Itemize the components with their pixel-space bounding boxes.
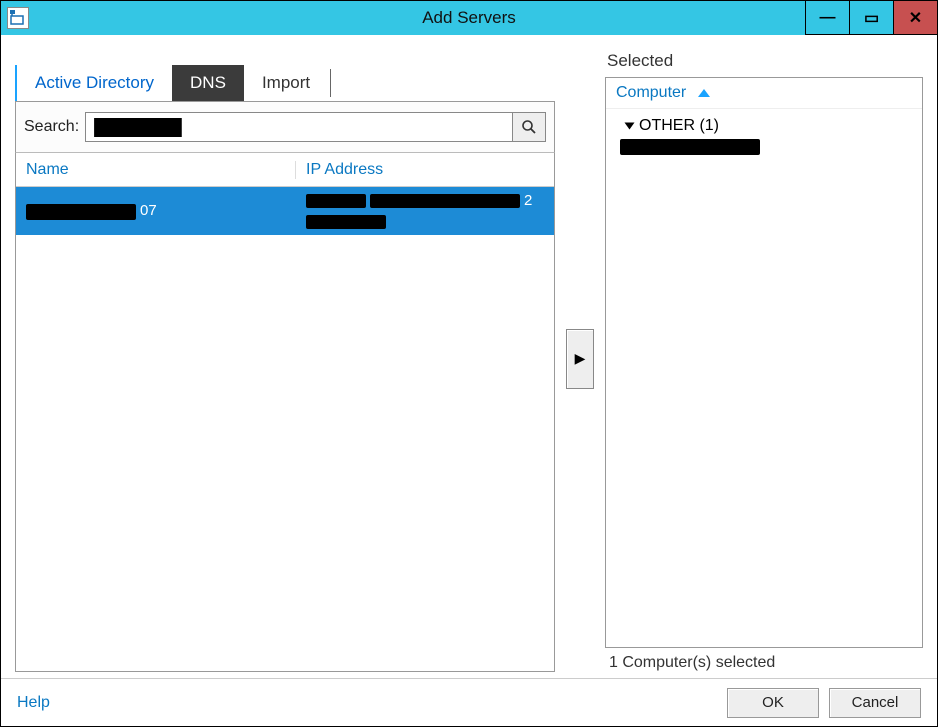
selected-status: 1 Computer(s) selected [609, 654, 923, 672]
search-button[interactable] [512, 112, 546, 142]
search-icon [521, 119, 537, 135]
close-button[interactable]: ✕ [893, 1, 937, 35]
cell-ip: 2 [296, 188, 554, 234]
search-row: Search: [15, 101, 555, 153]
selected-body: OTHER (1) [606, 109, 922, 168]
chevron-right-icon: ▶ [575, 350, 586, 367]
grid-header: Name IP Address [16, 153, 554, 187]
selected-item[interactable] [620, 139, 912, 160]
cancel-button[interactable]: Cancel [829, 688, 921, 718]
results-grid: Name IP Address 07 2 [15, 153, 555, 672]
tab-import[interactable]: Import [244, 65, 328, 101]
transfer-column: ▶ [563, 45, 597, 672]
column-name[interactable]: Name [16, 161, 296, 179]
add-servers-window: Add Servers — ▭ ✕ Active Directory DNS I… [0, 0, 938, 727]
add-to-selected-button[interactable]: ▶ [566, 329, 594, 389]
caret-down-icon [625, 123, 635, 130]
selected-column-computer: Computer [616, 84, 686, 102]
selected-group[interactable]: OTHER (1) [626, 117, 912, 135]
sort-ascending-icon [698, 89, 710, 97]
grid-body: 07 2 [16, 187, 554, 671]
selected-header[interactable]: Computer [606, 78, 922, 109]
ok-button[interactable]: OK [727, 688, 819, 718]
minimize-button[interactable]: — [805, 1, 849, 35]
dialog-content: Active Directory DNS Import Search: [1, 35, 937, 726]
window-title: Add Servers [1, 8, 937, 28]
cell-name: 07 [16, 198, 296, 223]
search-label: Search: [24, 118, 79, 136]
maximize-button[interactable]: ▭ [849, 1, 893, 35]
tab-separator [330, 69, 331, 97]
source-pane: Active Directory DNS Import Search: [15, 45, 555, 672]
search-input-wrap [85, 112, 546, 142]
search-input[interactable] [85, 112, 512, 142]
tab-active-directory[interactable]: Active Directory [15, 65, 172, 101]
help-link[interactable]: Help [17, 694, 50, 712]
selected-list: Computer OTHER (1) [605, 77, 923, 648]
tab-dns[interactable]: DNS [172, 65, 244, 101]
selected-group-label: OTHER (1) [639, 117, 719, 135]
window-controls: — ▭ ✕ [805, 1, 937, 35]
table-row[interactable]: 07 2 [16, 187, 554, 235]
source-tabs: Active Directory DNS Import [15, 65, 555, 101]
selected-pane: Selected Computer OTHER (1) [605, 45, 923, 672]
selected-title: Selected [607, 51, 923, 71]
column-ip[interactable]: IP Address [296, 161, 554, 179]
dialog-footer: Help OK Cancel [1, 678, 937, 726]
titlebar: Add Servers — ▭ ✕ [1, 1, 937, 35]
app-icon [7, 7, 29, 29]
